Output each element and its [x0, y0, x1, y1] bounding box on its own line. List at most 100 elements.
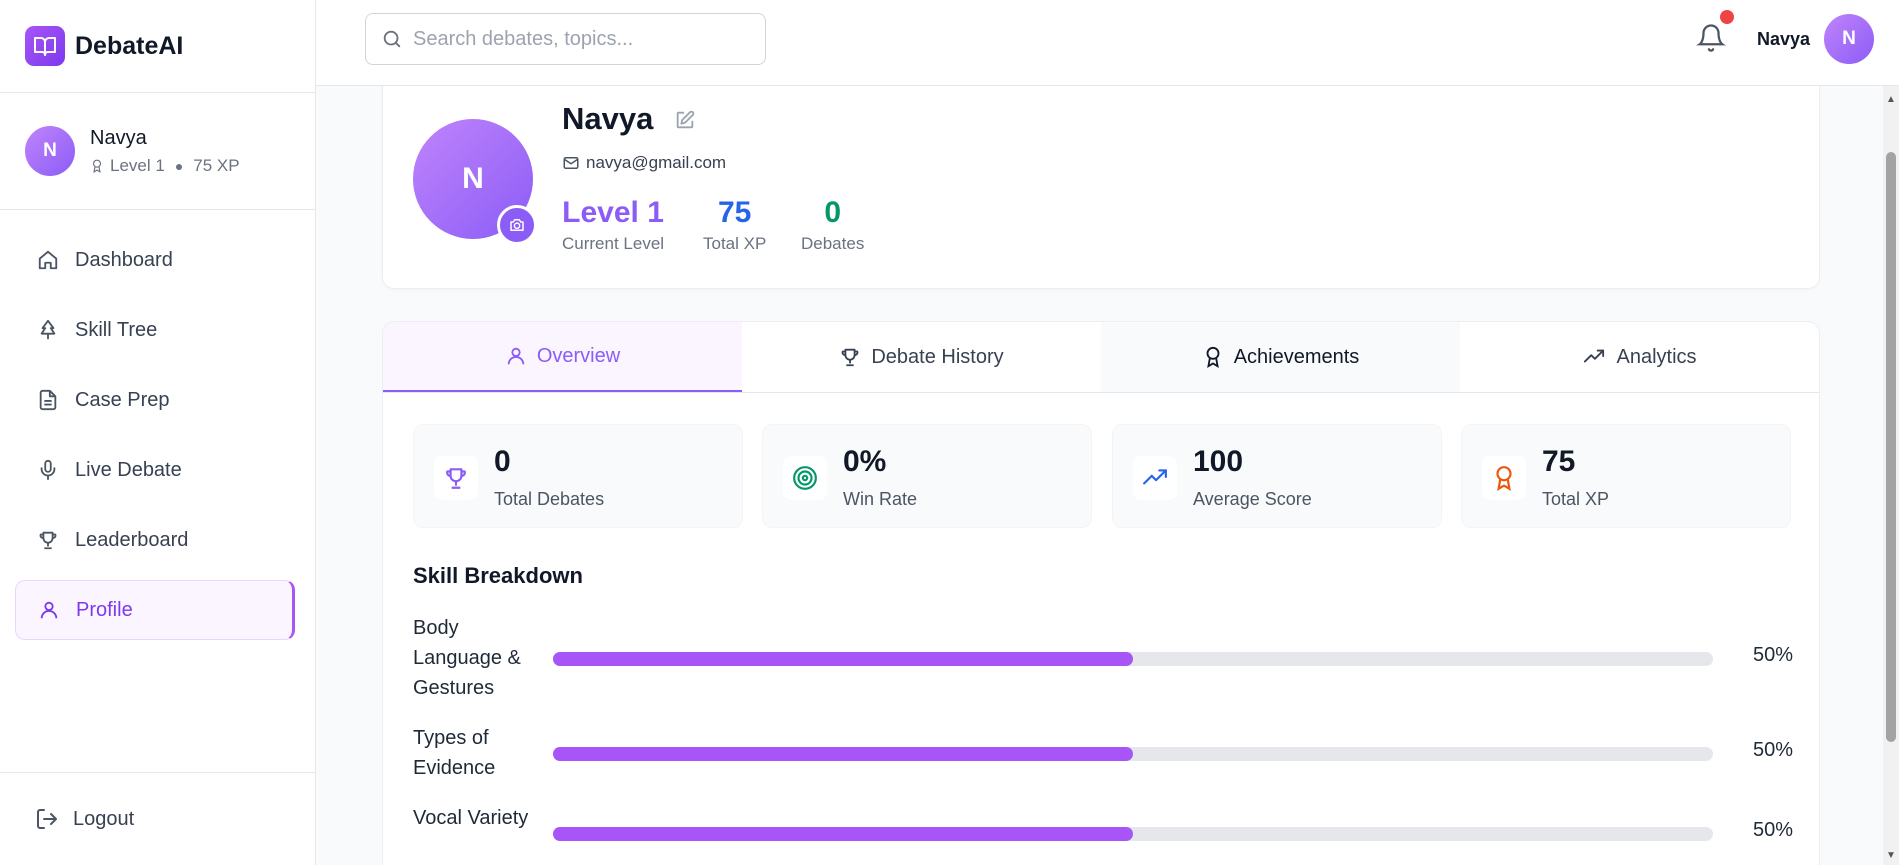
skill-progress-track	[553, 827, 1713, 841]
sidebar-item-case-prep[interactable]: Case Prep	[15, 370, 295, 430]
edit-icon[interactable]	[674, 109, 696, 136]
overview-panel: 0 Total Debates 0% Win Rate 100 Average …	[382, 393, 1820, 865]
search-icon	[381, 28, 403, 50]
tab-label: Analytics	[1616, 345, 1697, 368]
stat-current-level: Level 1 Current Level	[562, 196, 664, 254]
stat-value: 75	[717, 196, 752, 229]
skill-progress-fill	[553, 652, 1133, 666]
sidebar-user-card: N Navya Level 1 ● 75 XP	[0, 93, 315, 210]
skill-percent: 50%	[1752, 819, 1793, 841]
user-icon	[505, 345, 527, 367]
change-photo-button[interactable]	[497, 205, 537, 245]
tab-label: Debate History	[871, 345, 1004, 368]
sidebar-item-label: Dashboard	[75, 248, 173, 271]
sidebar-user-level: Level 1	[110, 155, 165, 175]
tab-debate-history[interactable]: Debate History	[742, 322, 1101, 392]
logout-label: Logout	[73, 807, 135, 830]
stat-card-label: Total Debates	[494, 489, 605, 509]
camera-icon	[508, 216, 526, 234]
tab-analytics[interactable]: Analytics	[1460, 322, 1819, 392]
tab-label: Overview	[536, 344, 621, 367]
scroll-up-arrow[interactable]: ▲	[1886, 94, 1896, 105]
sidebar-item-leaderboard[interactable]: Leaderboard	[15, 510, 295, 570]
skill-name: Vocal Variety	[413, 807, 529, 829]
stat-card-value: 100	[1193, 445, 1244, 478]
sidebar-item-skill-tree[interactable]: Skill Tree	[15, 300, 295, 360]
sidebar-user-name: Navya	[90, 126, 147, 149]
top-header: Navya N	[316, 0, 1899, 86]
logout-icon	[35, 807, 59, 831]
sidebar-item-label: Skill Tree	[75, 318, 158, 341]
brand[interactable]: DebateAI	[0, 0, 315, 93]
profile-email-text: navya@gmail.com	[586, 153, 727, 172]
target-icon	[783, 456, 827, 500]
stat-value: Level 1	[562, 196, 664, 229]
scroll-down-arrow[interactable]: ▼	[1886, 850, 1896, 861]
search-box[interactable]	[365, 13, 766, 65]
book-open-icon	[25, 26, 65, 66]
stat-label: Current Level	[562, 234, 665, 253]
stat-label: Debates	[801, 234, 865, 253]
skill-percent: 50%	[1752, 739, 1793, 761]
search-input[interactable]	[413, 27, 753, 51]
stat-card-label: Average Score	[1193, 489, 1312, 509]
stat-card-label: Win Rate	[843, 489, 918, 509]
stat-value: 0	[824, 196, 841, 229]
sidebar-item-label: Live Debate	[75, 458, 182, 481]
profile-card: N Navya navya@gmail.com Level 1 Current …	[382, 60, 1820, 289]
stat-card-value: 0	[494, 445, 511, 478]
stat-card-win-rate: 0% Win Rate	[762, 424, 1092, 528]
award-icon	[90, 159, 104, 173]
stat-card-total-xp: 75 Total XP	[1461, 424, 1791, 528]
notifications-button[interactable]	[1696, 10, 1734, 56]
skill-percent: 50%	[1752, 644, 1793, 666]
stat-debates: 0 Debates	[801, 196, 864, 254]
sidebar-item-dashboard[interactable]: Dashboard	[15, 230, 295, 290]
sidebar-nav: Dashboard Skill Tree Case Prep Live Deba…	[0, 210, 315, 640]
sidebar-item-label: Leaderboard	[75, 528, 189, 551]
header-avatar[interactable]: N	[1824, 14, 1874, 64]
trophy-icon	[35, 527, 61, 553]
scroll-thumb[interactable]	[1886, 152, 1896, 742]
sidebar: DebateAI N Navya Level 1 ● 75 XP Dashboa…	[0, 0, 316, 865]
stat-label: Total XP	[703, 234, 767, 253]
stat-card-average-score: 100 Average Score	[1112, 424, 1442, 528]
skill-row: Vocal Variety 50%	[413, 803, 1793, 863]
mic-icon	[35, 457, 61, 483]
stat-card-total-debates: 0 Total Debates	[413, 424, 743, 528]
scrollbar[interactable]: ▲ ▼	[1883, 86, 1899, 865]
skill-row: Body Language & Gestures 50%	[413, 613, 1793, 703]
award-icon	[1482, 456, 1526, 500]
profile-tabs: Overview Debate History Achievements Ana…	[382, 321, 1820, 393]
logout-button[interactable]: Logout	[0, 772, 315, 865]
skill-progress-fill	[553, 747, 1133, 761]
stat-card-label: Total XP	[1542, 489, 1610, 509]
user-icon	[36, 597, 62, 623]
skill-progress-fill	[553, 827, 1133, 841]
separator-dot: ●	[174, 157, 184, 174]
skill-breakdown-title: Skill Breakdown	[413, 563, 583, 588]
stat-card-value: 75	[1542, 445, 1576, 478]
tab-achievements[interactable]: Achievements	[1101, 322, 1460, 392]
profile-name: Navya	[562, 101, 654, 136]
home-icon	[35, 247, 61, 273]
trophy-icon	[434, 456, 478, 500]
stat-card-value: 0%	[843, 445, 887, 478]
profile-email: navya@gmail.com	[562, 153, 726, 173]
sidebar-item-label: Case Prep	[75, 388, 170, 411]
skill-name: Body Language & Gestures	[413, 617, 521, 699]
tree-icon	[35, 317, 61, 343]
sidebar-item-profile[interactable]: Profile	[15, 580, 295, 640]
header-user-name[interactable]: Navya	[1757, 29, 1810, 50]
sidebar-item-label: Profile	[76, 598, 133, 621]
avatar: N	[25, 126, 75, 176]
sidebar-item-live-debate[interactable]: Live Debate	[15, 440, 295, 500]
trending-up-icon	[1582, 346, 1606, 368]
mail-icon	[562, 154, 580, 172]
skill-name: Types of Evidence	[413, 727, 496, 779]
tab-label: Achievements	[1233, 345, 1360, 368]
bell-icon	[1696, 22, 1728, 54]
tab-overview[interactable]: Overview	[383, 322, 742, 392]
trophy-icon	[839, 346, 861, 368]
skill-progress-track	[553, 652, 1713, 666]
